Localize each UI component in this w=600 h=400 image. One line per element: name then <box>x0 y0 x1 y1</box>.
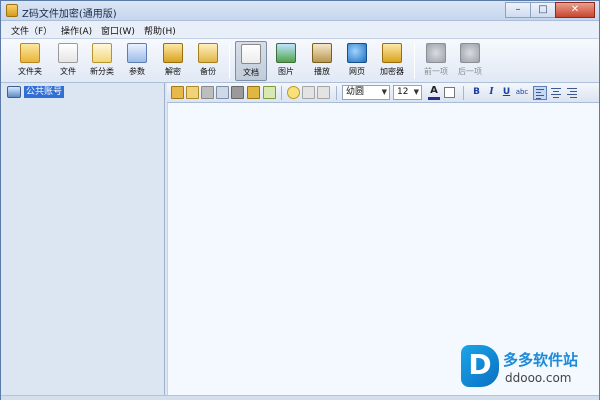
image-icon <box>276 43 296 63</box>
params-button[interactable]: 参数 <box>121 41 153 81</box>
title-bar[interactable]: Z码文件加密(通用版) – □ ✕ <box>1 1 599 21</box>
menu-window[interactable]: 窗口(W) <box>101 24 135 37</box>
image-label: 图片 <box>278 67 294 76</box>
params-icon <box>127 43 147 63</box>
strikethrough-button[interactable]: abc <box>514 86 530 100</box>
web-button[interactable]: 网页 <box>341 41 373 81</box>
encryptor-icon <box>382 43 402 63</box>
toolbar-separator <box>414 43 415 79</box>
window-controls: – □ ✕ <box>505 2 595 19</box>
play-icon <box>312 43 332 63</box>
encryptor-label: 加密器 <box>380 67 404 76</box>
minimize-button[interactable]: – <box>505 2 531 18</box>
app-window: Z码文件加密(通用版) – □ ✕ 文件（F） 操作(A) 窗口(W) 帮助(H… <box>0 0 600 400</box>
background-color-button[interactable] <box>444 87 455 98</box>
prev-label: 前一项 <box>424 67 448 76</box>
file-label: 文件 <box>60 67 76 76</box>
decrypt-button[interactable]: 解密 <box>157 41 189 81</box>
watermark-mark: D <box>461 345 499 387</box>
main-toolbar: 文件夹 文件 新分类 参数 解密 备份 文档 图片 播放 网页 加密器 前一项 … <box>1 39 599 83</box>
font-value: 幼圆 <box>346 87 365 97</box>
play-label: 播放 <box>314 67 330 76</box>
app-icon <box>6 4 18 17</box>
play-button[interactable]: 播放 <box>306 41 338 81</box>
print-icon[interactable] <box>231 86 244 99</box>
prev-button[interactable]: 前一项 <box>420 41 452 81</box>
document-button[interactable]: 文档 <box>235 41 267 81</box>
category-icon <box>92 43 112 63</box>
account-group-icon <box>7 86 21 98</box>
category-tree[interactable]: 公共账号 <box>3 83 165 395</box>
bold-button[interactable]: B <box>470 86 483 100</box>
page-icon[interactable] <box>302 86 315 99</box>
menu-action[interactable]: 操作(A) <box>61 24 92 37</box>
params-label: 参数 <box>129 67 145 76</box>
export-icon[interactable] <box>263 86 276 99</box>
close-button[interactable]: ✕ <box>555 2 595 18</box>
editor-separator <box>336 86 337 100</box>
folder-label: 文件夹 <box>18 67 42 76</box>
next-icon <box>460 43 480 63</box>
align-left-button[interactable] <box>533 86 547 100</box>
italic-button[interactable]: I <box>485 86 498 100</box>
new-category-button[interactable]: 新分类 <box>86 41 118 81</box>
font-size-value: 12 <box>397 87 409 97</box>
unlock-icon <box>163 43 183 63</box>
maximize-button[interactable]: □ <box>530 2 556 18</box>
edit-icon[interactable] <box>186 86 199 99</box>
document-label: 文档 <box>243 68 259 77</box>
editor-separator <box>463 86 464 100</box>
underline-button[interactable]: U <box>500 86 513 100</box>
folder-button[interactable]: 文件夹 <box>14 41 46 81</box>
toolbar-separator <box>229 43 230 79</box>
next-label: 后一项 <box>458 67 482 76</box>
editor-separator <box>281 86 282 100</box>
chevron-down-icon: ▼ <box>413 88 419 96</box>
chevron-down-icon: ▼ <box>381 88 387 96</box>
web-label: 网页 <box>349 67 365 76</box>
menu-help[interactable]: 帮助(H) <box>144 24 176 37</box>
file-icon <box>58 43 78 63</box>
tree-item-public-account[interactable]: 公共账号 <box>7 85 65 99</box>
editor-toolbar: 幼圆 ▼ 12 ▼ A B I U abc <box>167 83 599 103</box>
font-size-select[interactable]: 12 ▼ <box>393 85 422 100</box>
watermark-url: ddooo.com <box>505 371 572 385</box>
backup-icon <box>198 43 218 63</box>
backup-label: 备份 <box>200 67 216 76</box>
file-button[interactable]: 文件 <box>52 41 84 81</box>
tree-item-label: 公共账号 <box>24 86 65 98</box>
align-right-button[interactable] <box>565 86 579 100</box>
menu-file[interactable]: 文件（F） <box>11 24 52 37</box>
menu-bar: 文件（F） 操作(A) 窗口(W) 帮助(H) <box>1 21 599 39</box>
watermark-logo: D 多多软件站 ddooo.com <box>461 343 597 391</box>
document-icon <box>241 44 261 64</box>
align-center-button[interactable] <box>549 86 563 100</box>
prev-icon <box>426 43 446 63</box>
text-color-button[interactable]: A <box>428 85 440 100</box>
open-file-icon[interactable] <box>171 86 184 99</box>
status-bar <box>1 395 599 400</box>
lock-icon[interactable] <box>247 86 260 99</box>
watermark-name: 多多软件站 <box>503 351 579 369</box>
decrypt-label: 解密 <box>165 67 181 76</box>
save-icon[interactable] <box>201 86 214 99</box>
encryptor-button[interactable]: 加密器 <box>376 41 408 81</box>
folder-icon <box>20 43 40 63</box>
bulb-icon[interactable] <box>287 86 300 99</box>
new-category-label: 新分类 <box>90 67 114 76</box>
font-select[interactable]: 幼圆 ▼ <box>342 85 390 100</box>
web-icon <box>347 43 367 63</box>
backup-button[interactable]: 备份 <box>192 41 224 81</box>
image-button[interactable]: 图片 <box>270 41 302 81</box>
window-title: Z码文件加密(通用版) <box>22 9 117 20</box>
page-font-icon[interactable] <box>317 86 330 99</box>
next-button[interactable]: 后一项 <box>454 41 486 81</box>
find-icon[interactable] <box>216 86 229 99</box>
